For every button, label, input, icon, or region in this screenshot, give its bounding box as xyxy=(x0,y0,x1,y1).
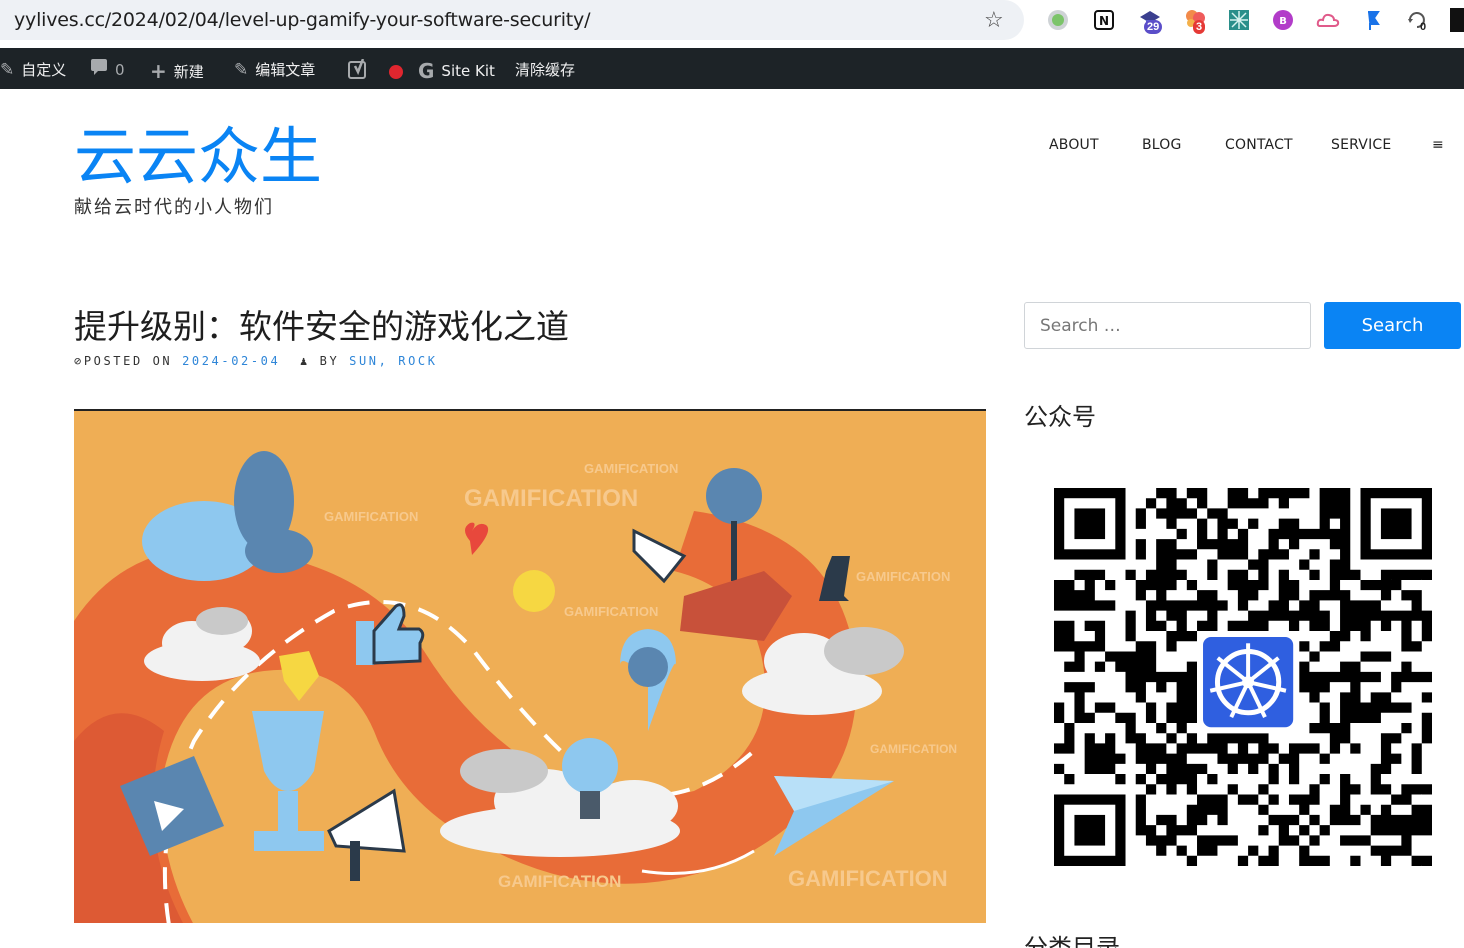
customize-label: 自定义 xyxy=(21,61,67,79)
flag-ext-icon[interactable] xyxy=(1361,8,1385,32)
menu-hamburger-icon[interactable]: ≡ xyxy=(1432,137,1444,153)
search-button[interactable]: Search xyxy=(1324,302,1461,349)
purple-ext-icon[interactable]: B xyxy=(1271,8,1295,32)
svg-text:B: B xyxy=(1279,16,1287,27)
cloud-ext-icon[interactable] xyxy=(1316,8,1340,32)
post-author-link[interactable]: SUN, ROCK xyxy=(349,354,437,368)
post-date-link[interactable]: 2024-02-04 xyxy=(182,354,280,368)
dots-ext-icon[interactable]: 3 xyxy=(1183,8,1207,34)
post-title: 提升级别：软件安全的游戏化之道 xyxy=(74,307,569,346)
plus-icon: + xyxy=(150,59,167,83)
wechat-qr-code xyxy=(1054,488,1432,866)
nav-contact[interactable]: CONTACT xyxy=(1225,137,1293,153)
notion-ext-icon[interactable]: N xyxy=(1092,8,1116,32)
by-label: BY xyxy=(319,354,340,368)
comments-menu[interactable]: 0 xyxy=(90,59,125,81)
image-word: GAMIFICATION xyxy=(870,742,957,756)
address-bar[interactable]: yylives.cc/2024/02/04/level-up-gamify-yo… xyxy=(0,0,1024,40)
wechat-widget-title: 公众号 xyxy=(1024,403,1096,431)
google-g-icon: G xyxy=(418,59,435,83)
refresh-ext-badge: 0 xyxy=(1420,21,1427,33)
site-tagline: 献给云时代的小人物们 xyxy=(74,197,274,218)
post-meta: ⊘POSTED ON 2024-02-04 ♟ BY SUN, ROCK xyxy=(74,354,438,368)
new-content-menu[interactable]: + 新建 xyxy=(150,59,204,83)
wp-admin-bar: ✎ 自定义 0 + 新建 ✎ 编辑文章 G Site Kit 清除缓存 xyxy=(0,48,1464,89)
new-label: 新建 xyxy=(173,62,204,81)
clear-cache-label: 清除缓存 xyxy=(515,61,576,79)
url-text[interactable]: yylives.cc/2024/02/04/level-up-gamify-yo… xyxy=(14,9,590,31)
circle-ext-icon[interactable] xyxy=(1046,8,1070,32)
image-word: GAMIFICATION xyxy=(584,461,678,476)
nav-blog[interactable]: BLOG xyxy=(1142,137,1182,153)
nav-service[interactable]: SERVICE xyxy=(1331,137,1391,153)
author-icon: ♟ xyxy=(299,354,310,368)
image-word: GAMIFICATION xyxy=(464,485,638,512)
partial-ext-icon[interactable] xyxy=(1450,8,1464,32)
edu-ext-icon[interactable]: 29 xyxy=(1138,8,1163,34)
categories-widget-title: 分类目录 xyxy=(1024,934,1120,948)
featured-image: GAMIFICATION GAMIFICATION GAMIFICATION G… xyxy=(74,409,986,923)
nav-about[interactable]: ABOUT xyxy=(1049,137,1099,153)
comment-icon xyxy=(90,59,108,81)
link-icon: ⊘ xyxy=(74,354,84,368)
posted-on-label: POSTED ON xyxy=(83,354,173,368)
image-word: GAMIFICATION xyxy=(324,509,418,524)
image-word: GAMIFICATION xyxy=(856,569,950,584)
site-title[interactable]: 云云众生 xyxy=(74,122,322,192)
dots-ext-badge: 3 xyxy=(1193,20,1206,34)
image-word: GAMIFICATION xyxy=(788,866,948,891)
record-dot-icon xyxy=(389,64,403,79)
yoast-icon xyxy=(348,58,370,84)
image-word: GAMIFICATION xyxy=(498,872,621,891)
pencil-icon: ✎ xyxy=(234,59,249,80)
search-input[interactable]: Search … xyxy=(1024,302,1311,349)
svg-text:N: N xyxy=(1099,14,1109,28)
image-word: GAMIFICATION xyxy=(564,604,658,619)
browser-toolbar: yylives.cc/2024/02/04/level-up-gamify-yo… xyxy=(0,0,1464,48)
clear-cache-menu[interactable]: 清除缓存 xyxy=(515,59,575,80)
brush-icon: ✎ xyxy=(0,59,15,80)
site-kit-menu[interactable]: G Site Kit xyxy=(418,59,495,83)
edu-ext-badge: 29 xyxy=(1144,20,1163,34)
yoast-menu[interactable] xyxy=(348,58,403,84)
refresh-ext-icon[interactable]: 0 xyxy=(1405,8,1429,33)
comments-count: 0 xyxy=(115,61,125,79)
site-kit-label: Site Kit xyxy=(441,62,495,80)
edit-post-menu[interactable]: ✎ 编辑文章 xyxy=(234,59,315,80)
customize-menu[interactable]: ✎ 自定义 xyxy=(0,59,66,80)
grid-ext-icon[interactable] xyxy=(1227,8,1251,32)
edit-post-label: 编辑文章 xyxy=(255,61,316,79)
bookmark-star-icon[interactable]: ☆ xyxy=(984,7,1004,33)
